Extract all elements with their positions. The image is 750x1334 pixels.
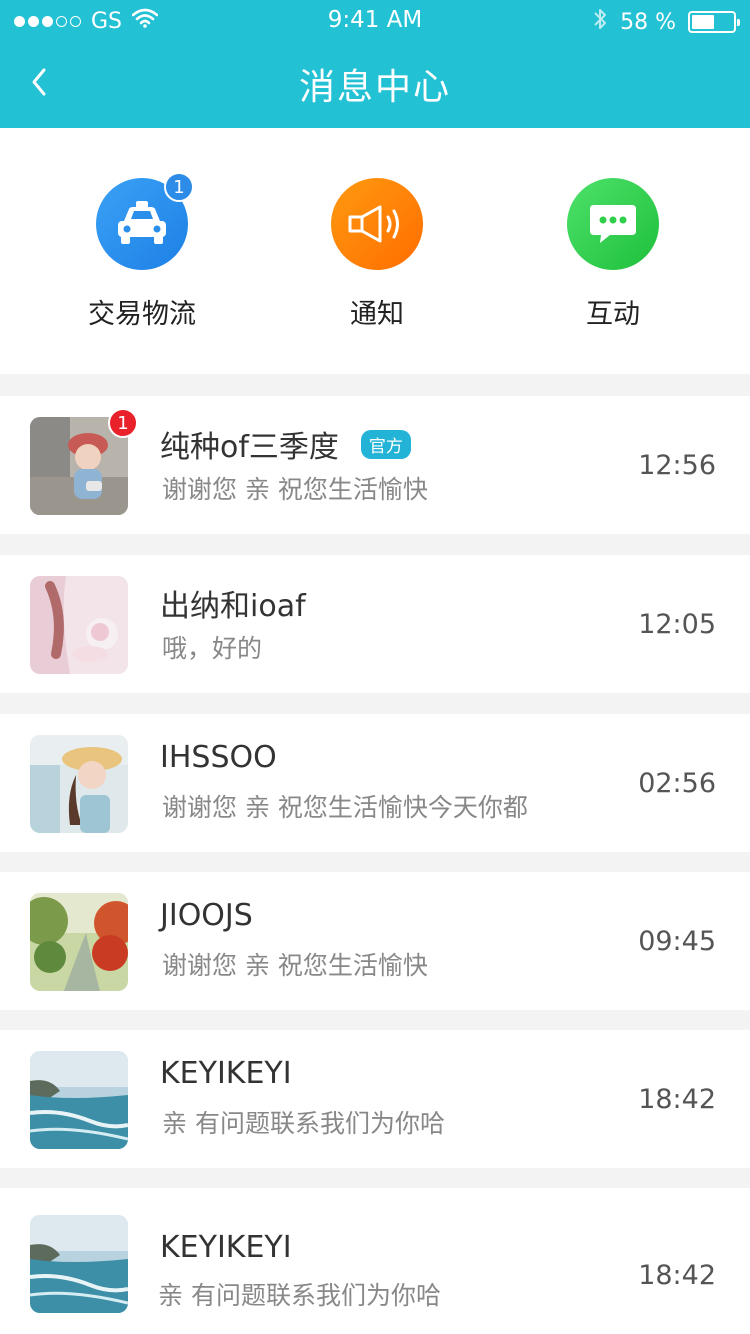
status-bar: GS 9:41 AM 58 % <box>0 0 750 40</box>
avatar <box>30 735 128 833</box>
conversation-time: 18:42 <box>638 1084 716 1115</box>
conversation-name-row: JIOOJS <box>160 898 253 933</box>
unread-badge: 1 <box>108 408 138 438</box>
conversation-preview: 谢谢您 亲 祝您生活愉快 <box>162 475 428 504</box>
avatar <box>30 1215 128 1313</box>
conversation-item[interactable]: IHSSOO 谢谢您 亲 祝您生活愉快今天你都 02:56 <box>0 714 750 852</box>
battery-percent: 58 % <box>620 9 676 35</box>
conversation-time: 12:56 <box>638 450 716 481</box>
conversation-preview: 亲 有问题联系我们为你哈 <box>158 1281 441 1310</box>
category-label: 通知 <box>350 299 404 330</box>
official-tag: 官方 <box>360 429 411 459</box>
avatar <box>30 893 128 991</box>
category-label: 交易物流 <box>88 299 196 330</box>
conversation-name: KEYIKEYI <box>160 1230 292 1265</box>
conversation-name: KEYIKEYI <box>160 1056 292 1091</box>
conversation-preview: 谢谢您 亲 祝您生活愉快 <box>162 951 428 980</box>
conversation-item[interactable]: 出纳和ioaf 哦，好的 12:05 <box>0 555 750 693</box>
conversation-item[interactable]: JIOOJS 谢谢您 亲 祝您生活愉快 09:45 <box>0 872 750 1010</box>
category-notifications[interactable]: 通知 <box>277 178 477 331</box>
conversation-name-row: KEYIKEYI <box>160 1056 292 1091</box>
category-trade-logistics[interactable]: 1 交易物流 <box>42 172 242 331</box>
chat-bubble-icon <box>567 178 659 270</box>
megaphone-icon <box>331 178 423 270</box>
avatar <box>30 1051 128 1149</box>
battery-icon <box>688 11 740 33</box>
conversation-preview: 谢谢您 亲 祝您生活愉快今天你都 <box>162 793 528 822</box>
page-title: 消息中心 <box>298 67 451 108</box>
conversation-time: 12:05 <box>638 609 716 640</box>
category-label: 互动 <box>586 299 640 330</box>
conversation-preview: 哦，好的 <box>162 634 263 663</box>
conversation-item[interactable]: KEYIKEYI 亲 有问题联系我们为你哈 18:42 <box>0 1188 750 1334</box>
conversation-time: 09:45 <box>638 926 716 957</box>
conversation-name-row: 出纳和ioaf <box>160 581 306 625</box>
conversation-name: 出纳和ioaf <box>160 589 306 624</box>
conversation-time: 02:56 <box>638 768 716 799</box>
conversation-item[interactable]: 1 纯种of三季度 官方 谢谢您 亲 祝您生活愉快 12:56 <box>0 396 750 534</box>
header: GS 9:41 AM 58 % 消息中心 <box>0 0 750 128</box>
category-badge: 1 <box>164 172 194 202</box>
conversation-time: 18:42 <box>638 1260 716 1291</box>
taxi-icon: 1 <box>96 172 194 270</box>
conversation-name: IHSSOO <box>160 740 277 775</box>
category-interaction[interactable]: 互动 <box>513 178 713 331</box>
conversation-name: JIOOJS <box>160 898 253 933</box>
conversation-name-row: 纯种of三季度 官方 <box>160 422 411 466</box>
bluetooth-icon <box>592 7 608 37</box>
conversation-name-row: IHSSOO <box>160 740 277 775</box>
conversation-item[interactable]: KEYIKEYI 亲 有问题联系我们为你哈 18:42 <box>0 1030 750 1168</box>
conversation-name-row: KEYIKEYI <box>160 1230 292 1265</box>
avatar <box>30 576 128 674</box>
status-right: 58 % <box>592 7 740 37</box>
conversation-preview: 亲 有问题联系我们为你哈 <box>162 1109 445 1138</box>
conversation-name: 纯种of三季度 <box>160 430 339 465</box>
category-bar: 1 交易物流 通知 互动 <box>0 128 750 374</box>
